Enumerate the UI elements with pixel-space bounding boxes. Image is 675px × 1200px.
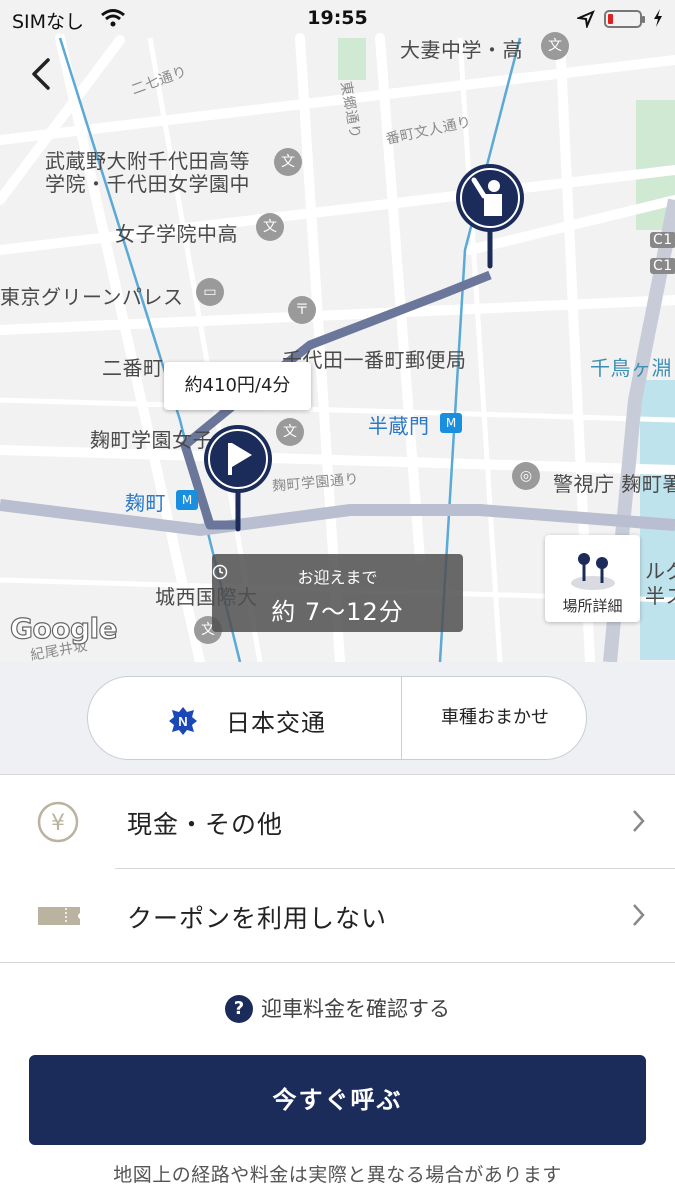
help-icon: ? [225, 995, 253, 1023]
pickup-eta-box: お迎えまで 約 7〜12分 [212, 554, 463, 632]
payment-method-label: 現金・その他 [127, 810, 284, 839]
divider [0, 962, 675, 963]
metro-icon: M [176, 490, 198, 510]
nihon-kotsu-logo-icon: N [169, 707, 197, 735]
post-office-icon: 〒 [288, 296, 316, 324]
map-label: 東京グリーンパレス [0, 285, 184, 309]
provider-button[interactable]: N 日本交通 [88, 677, 401, 759]
map-label: 学院・千代田女学園中 [45, 172, 250, 196]
fare-estimate-bubble: 約410円/4分 [164, 362, 311, 410]
map-label: 麹町学園女子 [90, 428, 213, 452]
battery-icon [604, 10, 645, 28]
flag-icon [204, 425, 272, 532]
location-arrow-icon [577, 10, 595, 28]
police-icon: ◎ [512, 462, 540, 490]
call-now-button[interactable]: 今すぐ呼ぶ [29, 1055, 646, 1145]
map-label: 半ス [645, 584, 675, 608]
pickup-eta-caption: お迎えまで [297, 568, 378, 587]
place-detail-button[interactable]: 場所詳細 [545, 535, 640, 622]
coupon-row[interactable]: クーポンを利用しない [0, 869, 675, 962]
school-icon: 文 [256, 213, 284, 241]
chevron-left-icon [32, 58, 50, 90]
back-button[interactable] [22, 52, 62, 96]
chevron-right-icon [633, 904, 645, 926]
school-icon: 文 [274, 148, 302, 176]
place-detail-label: 場所詳細 [562, 597, 623, 615]
coupon-label: クーポンを利用しない [127, 904, 388, 933]
yen-icon: ¥ [37, 801, 79, 843]
status-bar: SIMなし 19:55 [0, 0, 675, 38]
disclaimer-text: 地図上の経路や料金は実際と異なる場合があります [113, 1164, 562, 1186]
person-waving-icon [456, 164, 524, 269]
map-label: 大妻中学・高 [400, 38, 523, 62]
map-view[interactable]: 大妻中学・高 文 二七通り 東郷通り 番町文人通り 武蔵野大附千代田高等 学院・… [0, 0, 675, 662]
svg-text:¥: ¥ [51, 811, 65, 836]
map-pins-icon [571, 553, 615, 590]
svg-text:N: N [178, 714, 187, 729]
provider-selector: N 日本交通 車種おまかせ [87, 676, 587, 760]
route-shield: C1 [650, 258, 675, 274]
payment-method-row[interactable]: ¥ 現金・その他 [0, 775, 675, 868]
route-shield: C1 [650, 232, 675, 248]
station-label: 半蔵門 [368, 414, 430, 438]
map-label: 女子学院中高 [115, 222, 238, 246]
provider-section: N 日本交通 車種おまかせ [0, 662, 675, 774]
station-label: 麹町 [125, 491, 166, 515]
map-label: 千鳥ヶ淵 [590, 356, 672, 380]
pickup-fee-link[interactable]: ? 迎車料金を確認する [0, 993, 675, 1023]
chevron-right-icon [633, 810, 645, 832]
clock-time: 19:55 [307, 7, 368, 29]
hotel-icon: ▭ [196, 278, 224, 306]
car-type-button[interactable]: 車種おまかせ [402, 677, 588, 759]
provider-name: 日本交通 [226, 709, 326, 737]
map-label: 二番町 [102, 356, 164, 380]
pickup-fee-link-label: 迎車料金を確認する [261, 997, 450, 1021]
metro-icon: M [440, 413, 462, 433]
school-icon: 文 [276, 418, 304, 446]
map-label: 警視庁 麹町署 [553, 472, 675, 496]
charging-bolt-icon [654, 9, 662, 27]
google-logo: Google [9, 611, 118, 645]
clock-icon [212, 564, 228, 580]
coupon-ticket-icon [38, 907, 80, 925]
pickup-eta-value: 約 7〜12分 [271, 598, 404, 626]
